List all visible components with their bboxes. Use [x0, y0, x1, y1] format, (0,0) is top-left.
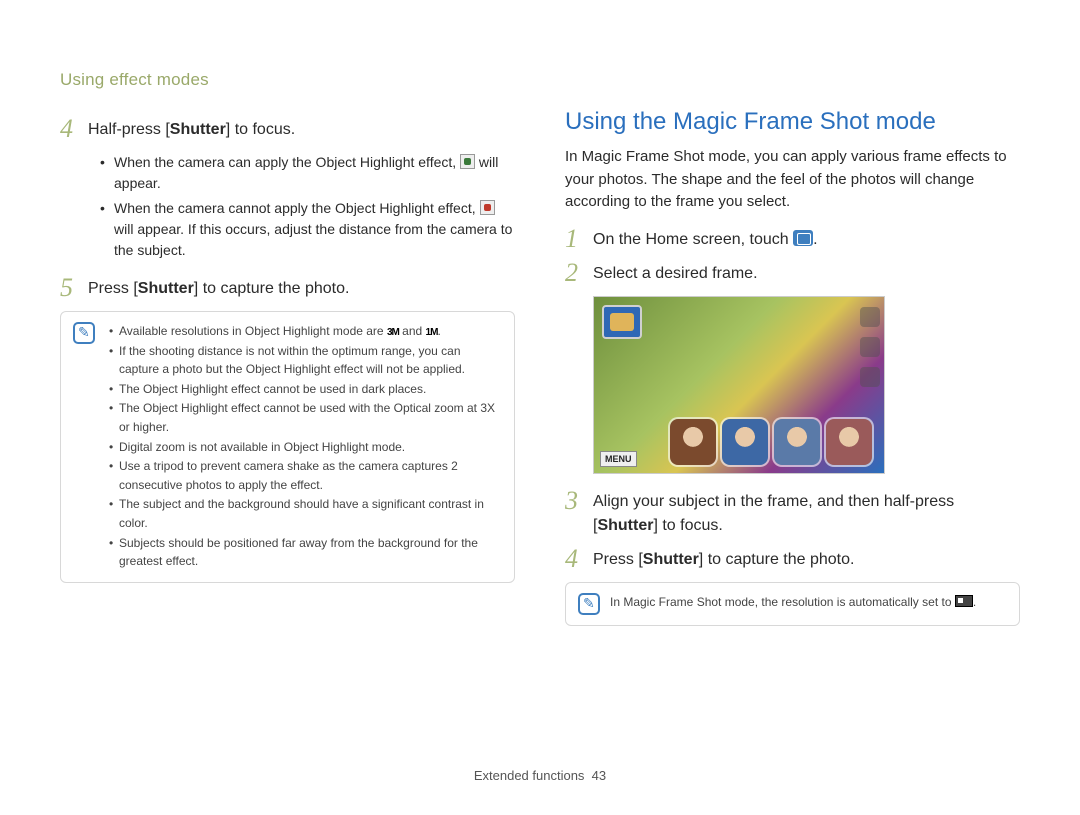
- frame-thumbnail: [670, 419, 716, 465]
- note-icon: [73, 322, 95, 344]
- step-4-right: 4 Press [Shutter] to capture the photo.: [565, 548, 1020, 572]
- frame-thumbnail: [722, 419, 768, 465]
- step-1: 1 On the Home screen, touch .: [565, 228, 1020, 252]
- step-text: Press [Shutter] to capture the photo.: [88, 277, 515, 301]
- left-column: Using effect modes 4 Half-press [Shutter…: [60, 70, 515, 638]
- frame-thumbnails: [670, 419, 872, 465]
- highlight-ok-icon: [460, 154, 475, 169]
- breadcrumb: Using effect modes: [60, 70, 515, 90]
- step-3: 3 Align your subject in the frame, and t…: [565, 490, 1020, 538]
- text: .: [437, 324, 440, 338]
- text: will appear. If this occurs, adjust the …: [114, 221, 512, 258]
- step-text: Half-press [Shutter] to focus.: [88, 118, 515, 142]
- step-number: 2: [565, 260, 593, 286]
- step-text: Select a desired frame.: [593, 262, 1020, 286]
- list-item: If the shooting distance is not within t…: [109, 342, 502, 379]
- note-box: Available resolutions in Object Highligh…: [60, 311, 515, 583]
- shutter-label: Shutter: [138, 280, 194, 297]
- text: .: [973, 595, 976, 609]
- highlight-fail-icon: [480, 200, 495, 215]
- right-column: Using the Magic Frame Shot mode In Magic…: [565, 70, 1020, 638]
- magic-frame-app-icon: [793, 230, 813, 246]
- text: .: [813, 231, 817, 248]
- note-icon: [578, 593, 600, 615]
- text: When the camera cannot apply the Object …: [114, 200, 480, 216]
- step-number: 4: [60, 116, 88, 142]
- list-item: The Object Highlight effect cannot be us…: [109, 399, 502, 436]
- camera-screenshot: MENU: [593, 296, 885, 474]
- frame-thumbnail: [826, 419, 872, 465]
- text: ] to focus.: [653, 517, 722, 534]
- resolution-1m-icon: 1M: [426, 325, 438, 341]
- text: Available resolutions in Object Highligh…: [119, 324, 387, 338]
- step-number: 3: [565, 488, 593, 538]
- shutter-label: Shutter: [170, 121, 226, 138]
- text: On the Home screen, touch: [593, 231, 793, 248]
- shutter-label: Shutter: [643, 551, 699, 568]
- frame-thumbnail: [774, 419, 820, 465]
- list-item: When the camera cannot apply the Object …: [104, 198, 515, 261]
- section-intro: In Magic Frame Shot mode, you can apply …: [565, 146, 1020, 214]
- text: Half-press [: [88, 121, 170, 138]
- page: Using effect modes 4 Half-press [Shutter…: [0, 0, 1080, 638]
- text: ] to capture the photo.: [699, 551, 855, 568]
- step-number: 1: [565, 226, 593, 252]
- list-item: The subject and the background should ha…: [109, 495, 502, 532]
- list-item: Available resolutions in Object Highligh…: [109, 322, 502, 341]
- screenshot-side-icon: [860, 367, 880, 387]
- step-number: 4: [565, 546, 593, 572]
- text: ] to focus.: [226, 121, 295, 138]
- note-list: Available resolutions in Object Highligh…: [105, 322, 502, 572]
- resolution-3m-icon: 3M: [387, 325, 399, 341]
- text: Press [: [88, 280, 138, 297]
- step-text: Press [Shutter] to capture the photo.: [593, 548, 1020, 572]
- list-item: Subjects should be positioned far away f…: [109, 534, 502, 571]
- text: ] to capture the photo.: [194, 280, 350, 297]
- step-text: Align your subject in the frame, and the…: [593, 490, 1020, 538]
- note-box: In Magic Frame Shot mode, the resolution…: [565, 582, 1020, 626]
- list-item: Use a tripod to prevent camera shake as …: [109, 457, 502, 494]
- screenshot-side-icon: [860, 337, 880, 357]
- list-item: The Object Highlight effect cannot be us…: [109, 380, 502, 399]
- step-5: 5 Press [Shutter] to capture the photo.: [60, 277, 515, 301]
- text: and: [399, 324, 426, 338]
- note-text: In Magic Frame Shot mode, the resolution…: [610, 593, 1007, 615]
- page-number: 43: [592, 768, 606, 783]
- resolution-icon: [955, 595, 973, 607]
- screenshot-side-icon: [860, 307, 880, 327]
- step-text: On the Home screen, touch .: [593, 228, 1020, 252]
- text: When the camera can apply the Object Hig…: [114, 154, 460, 170]
- shutter-label: Shutter: [597, 517, 653, 534]
- list-item: When the camera can apply the Object Hig…: [104, 152, 515, 194]
- step-4: 4 Half-press [Shutter] to focus.: [60, 118, 515, 142]
- step-2: 2 Select a desired frame.: [565, 262, 1020, 286]
- step-number: 5: [60, 275, 88, 301]
- section-title: Using the Magic Frame Shot mode: [565, 108, 1020, 136]
- text: In Magic Frame Shot mode, the resolution…: [610, 595, 955, 609]
- spacer: [565, 70, 1020, 108]
- text: Press [: [593, 551, 643, 568]
- screenshot-app-icon: [602, 305, 642, 339]
- page-footer: Extended functions 43: [0, 768, 1080, 783]
- list-item: Digital zoom is not available in Object …: [109, 438, 502, 457]
- screenshot-menu-button: MENU: [600, 451, 637, 467]
- step-4-sublist: When the camera can apply the Object Hig…: [104, 152, 515, 261]
- footer-section: Extended functions: [474, 768, 585, 783]
